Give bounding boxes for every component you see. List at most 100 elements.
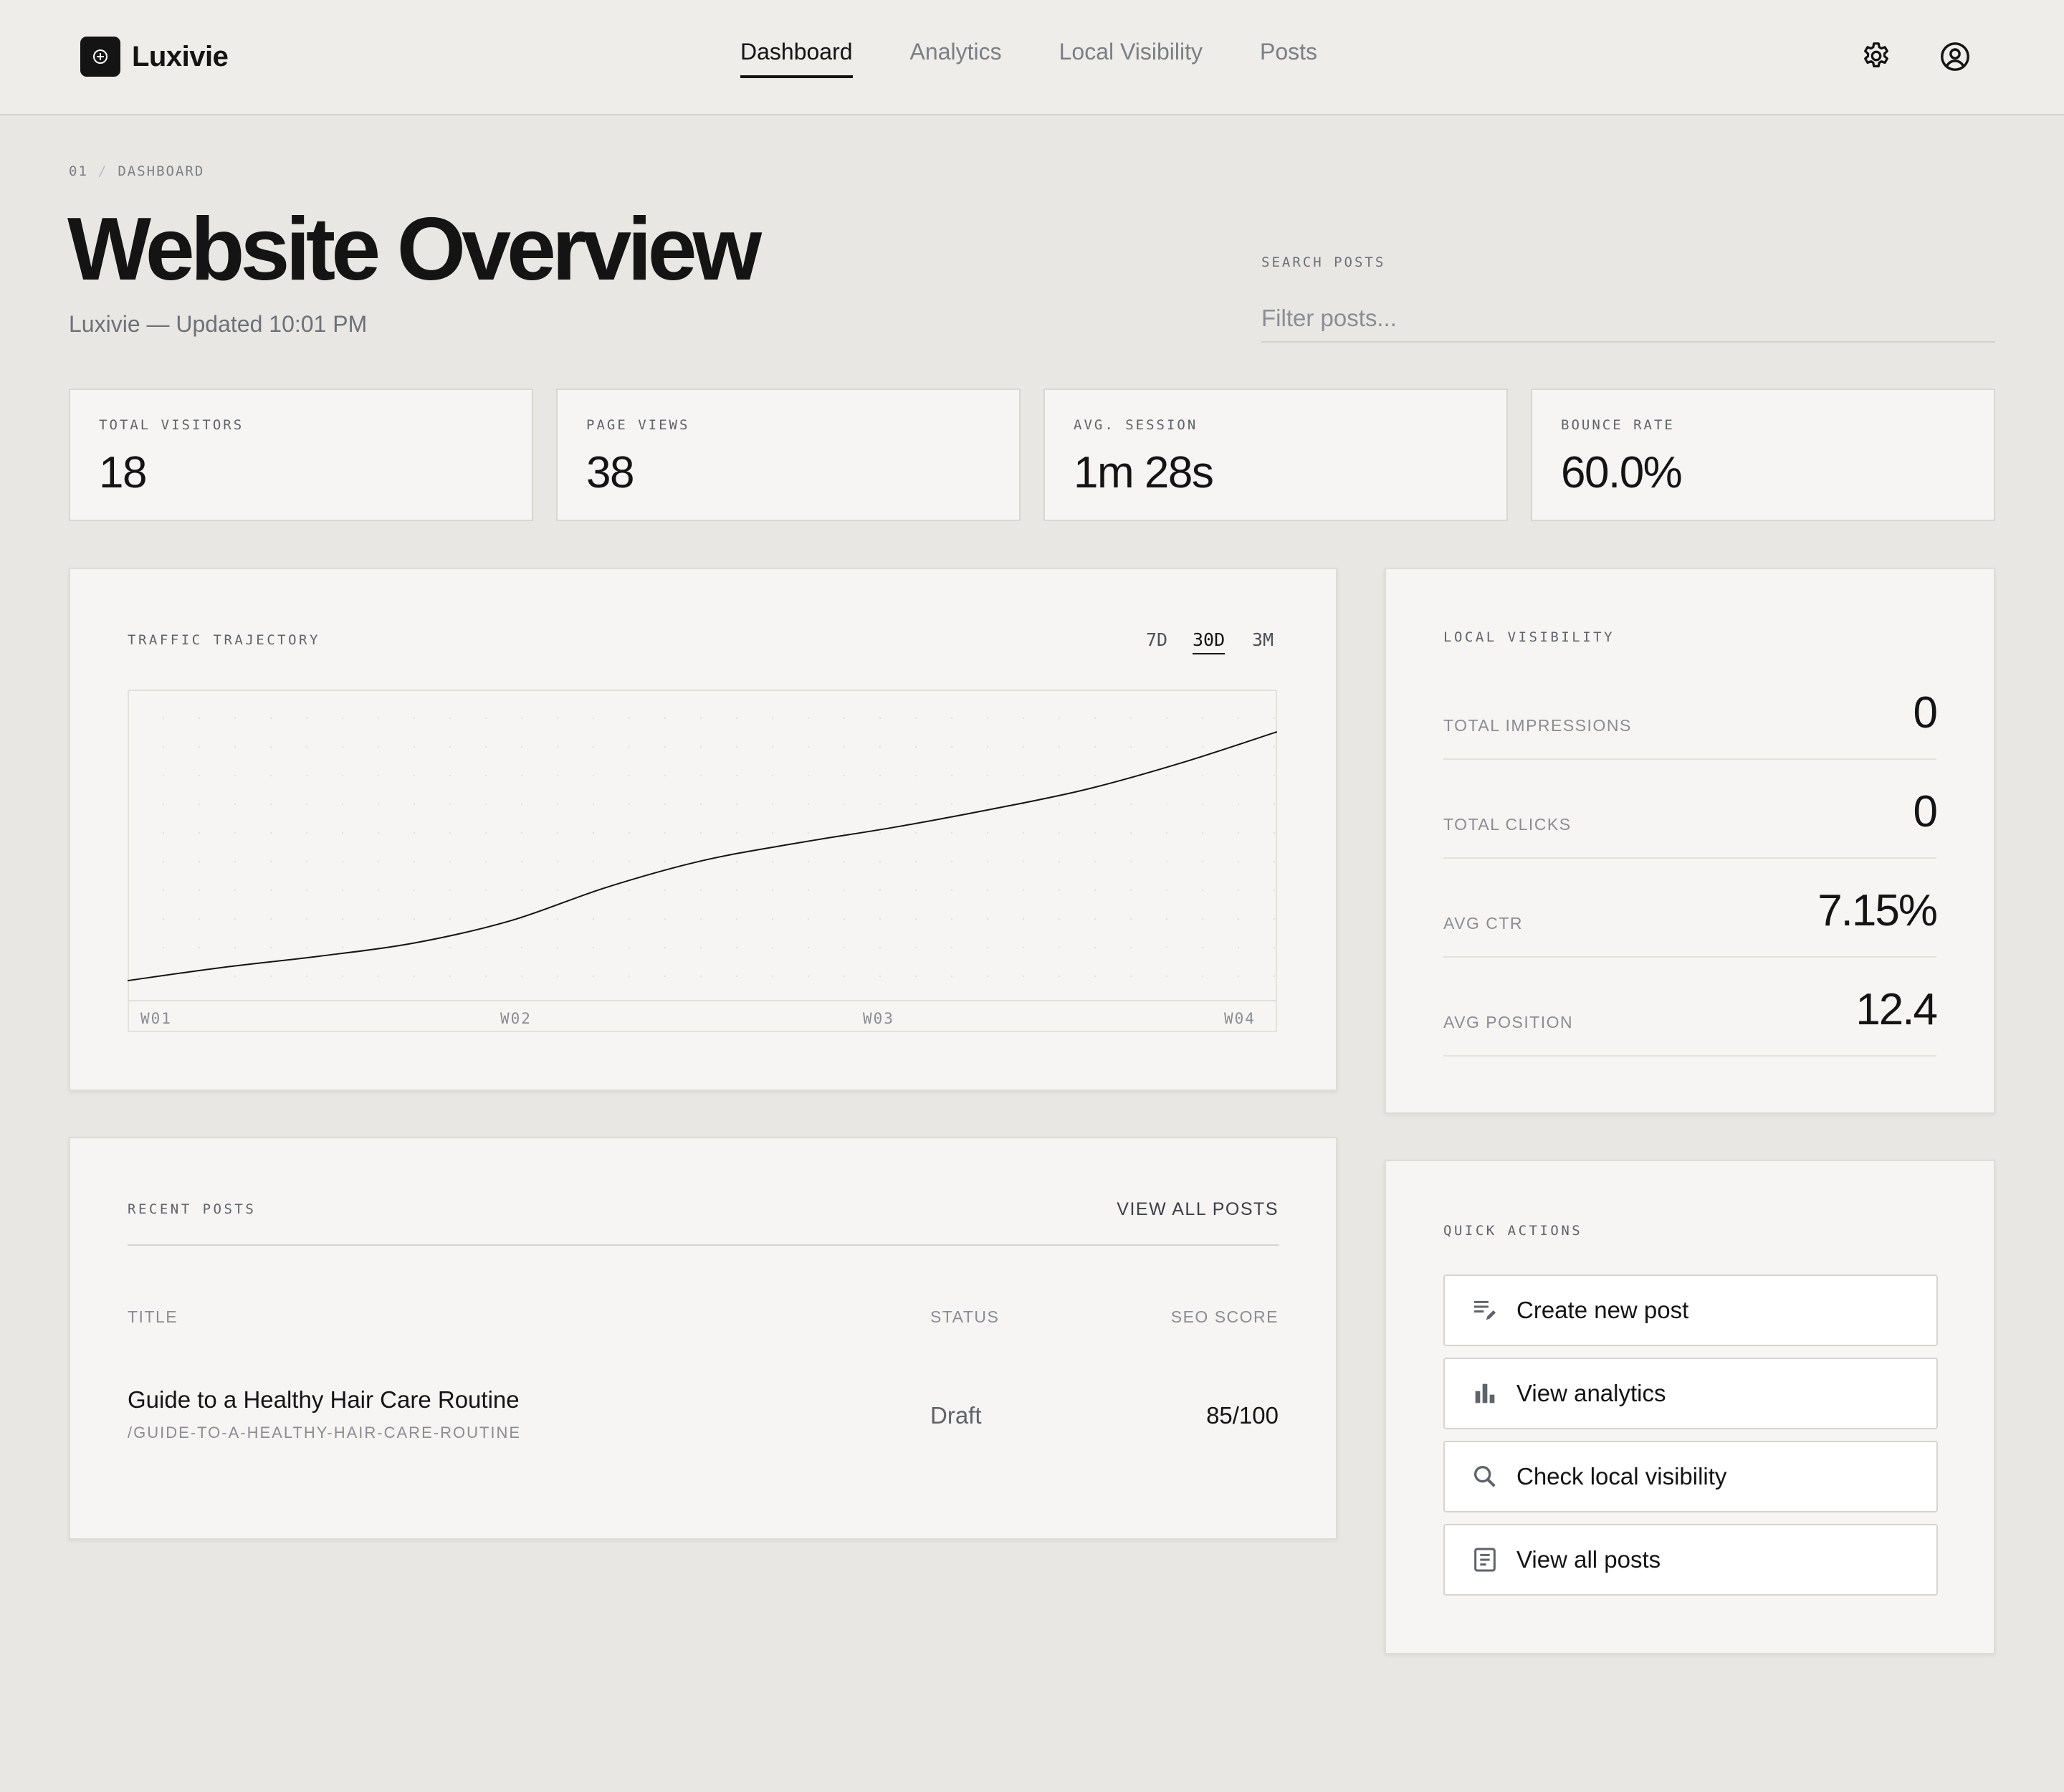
grid-dot xyxy=(950,803,953,806)
grid-dot xyxy=(305,803,308,806)
grid-dot xyxy=(628,803,631,806)
grid-dot xyxy=(484,717,487,720)
post-title[interactable]: Guide to a Healthy Hair Care Routine xyxy=(128,1386,520,1414)
range-30d[interactable]: 30D xyxy=(1193,629,1226,654)
create-new-post-button[interactable]: Create new post xyxy=(1443,1274,1938,1346)
local-visibility-panel: LOCAL VISIBILITY TOTAL IMPRESSIONS 0 TOT… xyxy=(1385,568,1995,1114)
grid-dot xyxy=(1201,717,1204,720)
grid-dot xyxy=(950,975,953,978)
user-circle-icon[interactable] xyxy=(1939,40,1972,73)
grid-dot xyxy=(449,946,452,949)
grid-dot xyxy=(1058,946,1061,949)
nav-analytics[interactable]: Analytics xyxy=(910,39,1002,78)
grid-dot xyxy=(986,946,989,949)
grid-dot xyxy=(198,803,201,806)
grid-dot xyxy=(664,889,666,892)
grid-dot xyxy=(807,889,810,892)
grid-dot xyxy=(162,889,165,892)
breadcrumb-separator: / xyxy=(97,163,108,179)
action-label: Create new post xyxy=(1516,1297,1689,1323)
gear-icon[interactable] xyxy=(1860,40,1893,73)
grid-dot xyxy=(1201,774,1204,777)
check-local-visibility-button[interactable]: Check local visibility xyxy=(1443,1441,1938,1512)
grid-dot xyxy=(664,831,666,834)
grid-dot xyxy=(914,860,917,863)
local-visibility-title: LOCAL VISIBILITY xyxy=(1443,629,1615,645)
view-all-posts-link[interactable]: VIEW ALL POSTS xyxy=(1117,1199,1279,1220)
grid-dot xyxy=(484,774,487,777)
grid-dot xyxy=(664,918,666,920)
grid-dot xyxy=(914,946,917,949)
brand[interactable]: Luxivie xyxy=(80,37,229,77)
traffic-chart: W01 W02 W03 W04 xyxy=(128,690,1277,1032)
grid-dot xyxy=(1094,831,1096,834)
view-all-posts-button[interactable]: View all posts xyxy=(1443,1524,1938,1596)
grid-dot xyxy=(556,745,559,748)
grid-dot xyxy=(592,717,595,720)
x-tick-label: W04 xyxy=(1224,1010,1256,1027)
grid-dot xyxy=(986,860,989,863)
grid-dot xyxy=(986,918,989,920)
grid-dot xyxy=(234,745,236,748)
grid-dot xyxy=(1201,745,1204,748)
grid-dot xyxy=(807,831,810,834)
divider xyxy=(128,1244,1279,1246)
grid-dot xyxy=(449,889,452,892)
grid-dot xyxy=(556,946,559,949)
range-3m[interactable]: 3M xyxy=(1252,629,1274,653)
grid-dot xyxy=(986,831,989,834)
grid-dot xyxy=(413,774,416,777)
grid-dot xyxy=(269,717,272,720)
nav-posts[interactable]: Posts xyxy=(1260,39,1317,78)
view-analytics-button[interactable]: View analytics xyxy=(1443,1358,1938,1429)
grid-dot xyxy=(914,774,917,777)
grid-dot xyxy=(162,831,165,834)
grid-dot xyxy=(735,831,738,834)
grid-dot xyxy=(198,946,201,949)
grid-dot xyxy=(1058,860,1061,863)
lv-value: 0 xyxy=(1913,787,1939,837)
grid-dot xyxy=(305,860,308,863)
lv-value: 7.15% xyxy=(1817,886,1938,935)
grid-dot xyxy=(234,831,236,834)
grid-dot xyxy=(699,946,702,949)
grid-dot xyxy=(950,745,953,748)
grid-dot xyxy=(628,860,631,863)
grid-dot xyxy=(950,946,953,949)
action-label: View all posts xyxy=(1516,1546,1661,1573)
grid-dot xyxy=(592,774,595,777)
grid-dot xyxy=(986,774,989,777)
grid-dot xyxy=(699,889,702,892)
grid-dot xyxy=(628,889,631,892)
grid-dot xyxy=(1273,745,1276,748)
grid-dot xyxy=(413,918,416,920)
grid-dot xyxy=(843,889,846,892)
grid-dot xyxy=(556,975,559,978)
grid-dot xyxy=(807,774,810,777)
range-7d[interactable]: 7D xyxy=(1146,629,1167,653)
grid-dot xyxy=(413,831,416,834)
lv-row-clicks: TOTAL CLICKS 0 xyxy=(1443,760,1939,859)
nav-local-visibility[interactable]: Local Visibility xyxy=(1059,39,1203,78)
grid-dot xyxy=(556,831,559,834)
grid-dot xyxy=(198,975,201,978)
grid-dot xyxy=(735,918,738,920)
grid-dot xyxy=(843,918,846,920)
grid-dot xyxy=(879,803,882,806)
grid-dot xyxy=(879,889,882,892)
grid-dot xyxy=(1094,774,1096,777)
column-header-title: TITLE xyxy=(128,1307,178,1326)
grid-dot xyxy=(234,975,236,978)
grid-dot xyxy=(1058,889,1061,892)
grid-dot xyxy=(1273,717,1276,720)
grid-dot xyxy=(1094,803,1096,806)
search-input[interactable] xyxy=(1261,295,1995,343)
grid-dot xyxy=(484,918,487,920)
nav-dashboard[interactable]: Dashboard xyxy=(740,39,853,78)
grid-dot xyxy=(556,717,559,720)
grid-dot xyxy=(771,975,774,978)
grid-dot xyxy=(520,831,523,834)
grid-dot xyxy=(843,774,846,777)
bar-chart-icon xyxy=(1471,1379,1499,1408)
metric-value: 1m 28s xyxy=(1074,448,1214,497)
